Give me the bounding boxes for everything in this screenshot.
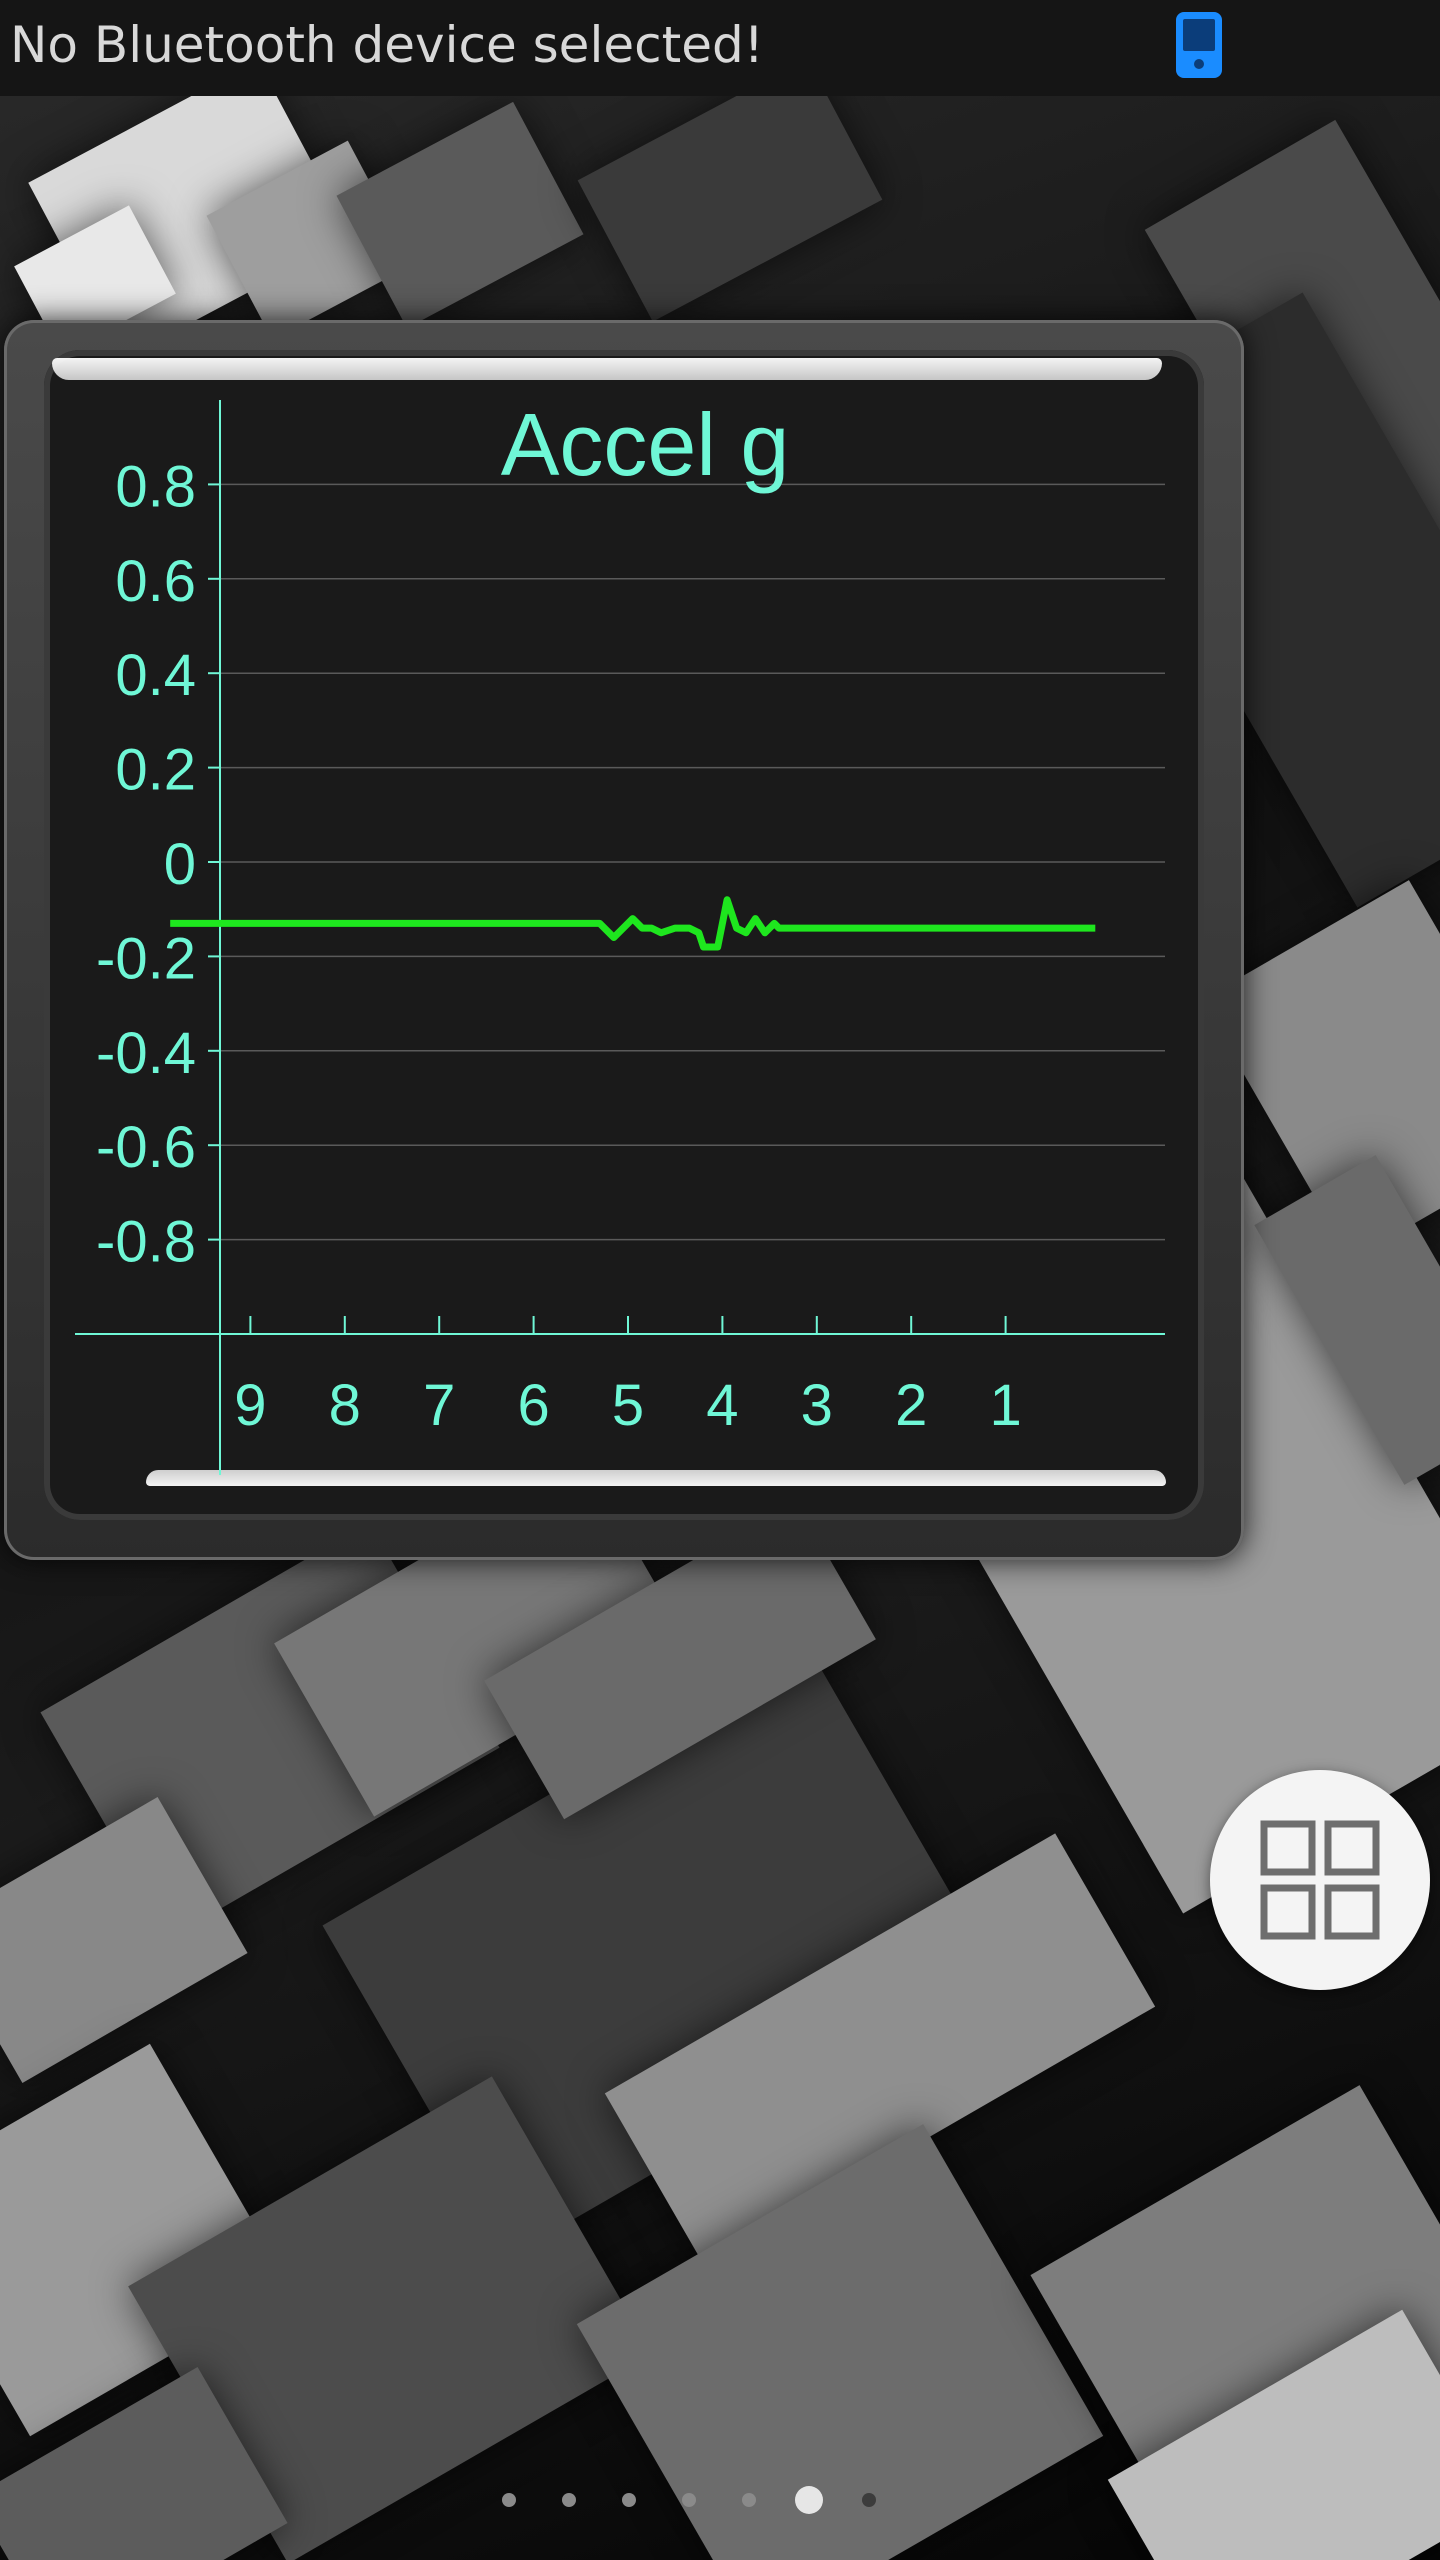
y-tick-label: 0.4 [115, 643, 196, 708]
y-tick-label: -0.2 [96, 926, 196, 991]
x-tick-label: 2 [895, 1373, 927, 1438]
x-tick-label: 8 [329, 1373, 361, 1438]
chart-x-tick-labels: 987654321 [234, 1373, 1021, 1438]
page-indicator [0, 2486, 1440, 2514]
x-tick-label: 6 [517, 1373, 549, 1438]
accel-chart: 0.80.60.40.20-0.2-0.4-0.6-0.8 987654321 … [75, 395, 1165, 1475]
accel-series-line [170, 896, 1096, 951]
x-tick-label: 9 [234, 1373, 266, 1438]
chart-gridlines [220, 483, 1165, 1241]
page-dot[interactable] [562, 2493, 576, 2507]
grid-view-button[interactable] [1210, 1770, 1430, 1990]
page-dot[interactable] [502, 2493, 516, 2507]
page-dot[interactable] [682, 2493, 696, 2507]
chart-title: Accel g [501, 395, 790, 494]
x-tick-label: 1 [989, 1373, 1021, 1438]
y-tick-label: 0.8 [115, 454, 196, 519]
x-tick-label: 7 [423, 1373, 455, 1438]
y-tick-label: 0 [164, 832, 196, 897]
page-dot-active[interactable] [795, 2486, 823, 2514]
page-dot[interactable] [742, 2493, 756, 2507]
grid-view-icon [1260, 1820, 1380, 1940]
y-tick-label: -0.6 [96, 1115, 196, 1180]
chart-y-tick-labels: 0.8 0.6 0.4 0.2 0 -0.2 -0.4 -0.6 -0.8 [96, 454, 196, 1274]
x-tick-label: 5 [612, 1373, 644, 1438]
x-tick-label: 3 [801, 1373, 833, 1438]
page-dot[interactable] [622, 2493, 636, 2507]
y-tick-label: -0.8 [96, 1210, 196, 1275]
y-tick-label: 0.6 [115, 549, 196, 614]
x-tick-label: 4 [706, 1373, 738, 1438]
y-tick-label: -0.4 [96, 1021, 196, 1086]
chart-axes [75, 400, 1165, 1475]
y-tick-label: 0.2 [115, 738, 196, 803]
page-dot[interactable] [862, 2493, 876, 2507]
